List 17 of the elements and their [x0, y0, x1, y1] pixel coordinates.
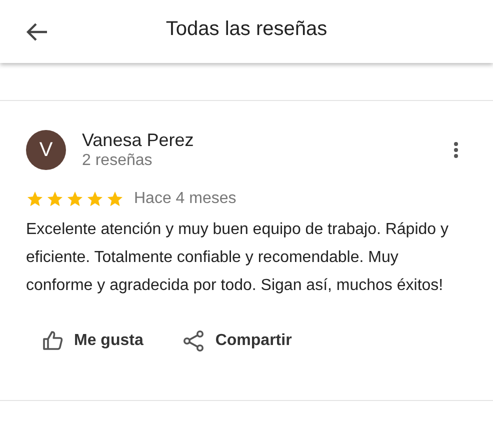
star-icon [86, 190, 104, 208]
star-icon [66, 190, 84, 208]
page-title: Todas las reseñas [166, 18, 328, 41]
author-name: Vanesa Perez [82, 129, 195, 151]
star-icon [46, 190, 64, 208]
review-text: Excelente atención y muy buen equipo de trabajo. Rápido y eficiente. Totalmente confiable y recomendable. Muy conforme y agradecida por todo. Sigan así, muchos éxitos! [26, 220, 450, 296]
author-review-count: 2 reseñas [82, 151, 154, 171]
avatar: V [26, 130, 66, 170]
star-icon [26, 190, 44, 208]
more-options-button[interactable] [451, 139, 461, 161]
star-icon [106, 190, 124, 208]
thumbs-up-icon [42, 330, 64, 352]
review-date: Hace 4 meses [134, 190, 236, 208]
more-vertical-icon [453, 141, 459, 159]
like-button[interactable]: Me gusta [42, 330, 144, 352]
share-icon [183, 330, 206, 352]
share-button[interactable]: Compartir [183, 330, 292, 352]
